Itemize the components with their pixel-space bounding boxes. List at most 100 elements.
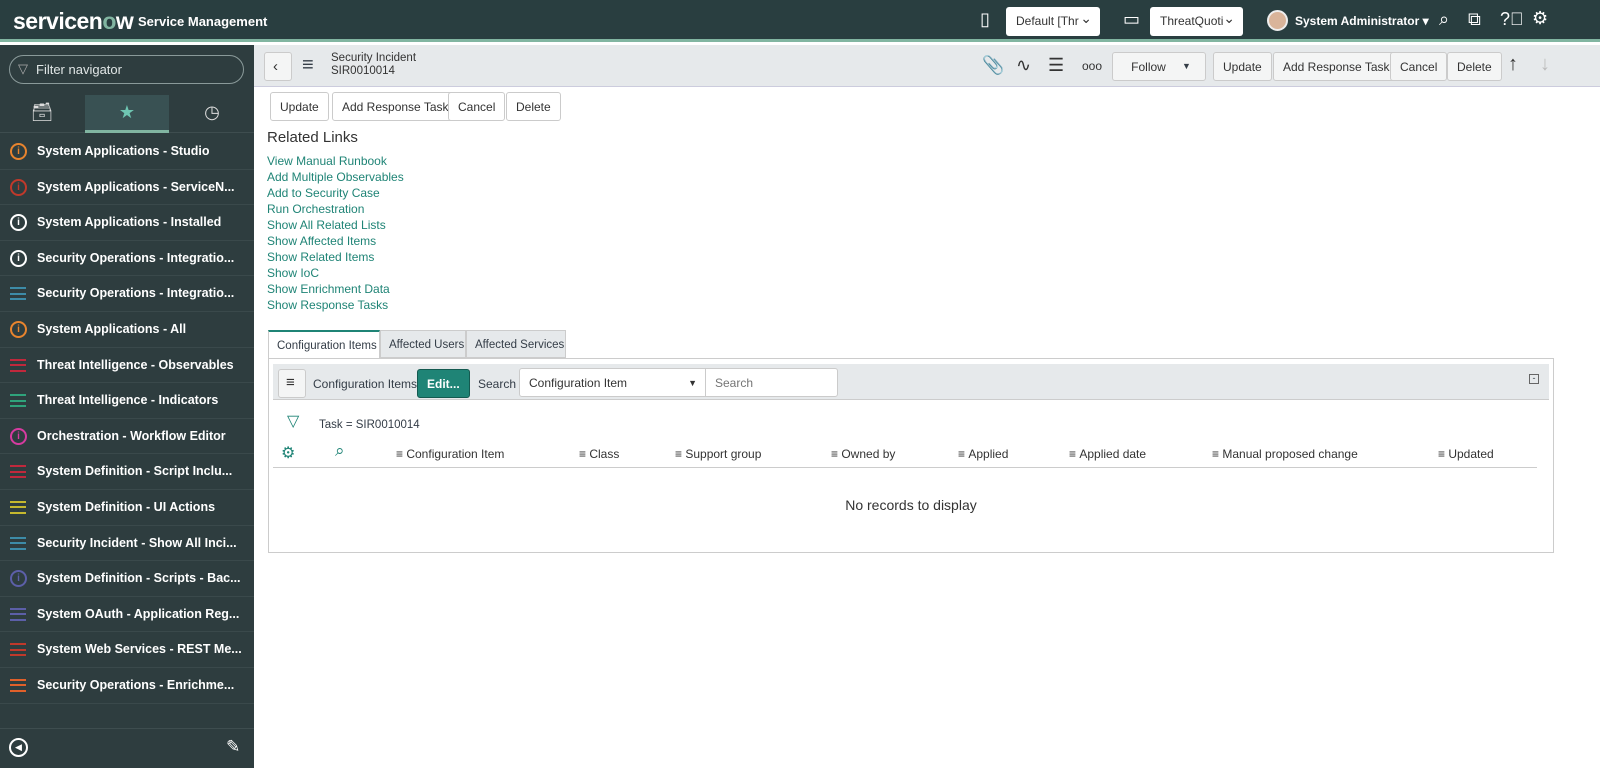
sidebar-favorite-item[interactable]: i System Definition - Scripts - Bac... [0,561,254,597]
related-link[interactable]: Show Affected Items [267,233,404,249]
update-set-select[interactable]: Default [Thr [1006,7,1100,36]
tab-affected-users[interactable]: Affected Users [380,330,466,358]
personalize-icon[interactable]: ☰ [1048,55,1064,76]
more-icon[interactable]: ooo [1082,59,1102,73]
related-link[interactable]: Show IoC [267,265,404,281]
filter-condition[interactable]: Task = SIR0010014 [319,419,420,431]
related-link[interactable]: Run Orchestration [267,201,404,217]
gear-icon[interactable]: ⚙ [1532,8,1548,29]
add-response-task-button[interactable]: Add Response Task [332,92,459,121]
sidebar-favorite-item[interactable]: System Web Services - REST Me... [0,632,254,668]
collapse-list-icon[interactable]: - [1529,374,1539,384]
record-header: ‹ ≡ Security Incident SIR0010014 📎 ∿ ☰ oo… [254,45,1600,87]
back-button[interactable]: ‹ [264,52,292,81]
chat-icon[interactable]: ⧉ [1468,9,1481,30]
column-header[interactable]: Class [579,447,619,461]
related-link[interactable]: View Manual Runbook [267,153,404,169]
follow-dropdown-icon[interactable]: ▼ [1182,61,1191,71]
list-icon [10,607,26,621]
column-header[interactable]: Configuration Item [396,447,504,461]
list-menu-button[interactable]: ≡ [278,369,306,398]
favorites-tab[interactable]: ★ [85,95,169,133]
related-link[interactable]: Add Multiple Observables [267,169,404,185]
top-header: servicenow Service Management ▯ Default … [0,0,1600,42]
avatar[interactable] [1267,10,1288,31]
delete-button[interactable]: Delete [1447,52,1502,81]
info-icon: i [10,214,27,232]
related-links-heading: Related Links [267,129,358,146]
related-link[interactable]: Show Related Items [267,249,404,265]
previous-record-icon[interactable]: ↑ [1508,53,1518,76]
sidebar-favorite-item[interactable]: i System Applications - Installed [0,205,254,241]
tab-configuration-items[interactable]: Configuration Items [268,330,380,358]
sidebar-favorite-item[interactable]: Security Operations - Integratio... [0,276,254,312]
sidebar-item-label: System Applications - Studio [37,144,210,158]
update-button[interactable]: Update [1213,52,1272,81]
edit-button[interactable]: Edit... [417,369,470,398]
search-input[interactable] [705,368,838,397]
history-tab[interactable]: ◷ [170,95,254,133]
sidebar-item-label: Orchestration - Workflow Editor [37,428,226,443]
help-icon[interactable]: ?⃝ [1500,9,1524,30]
list-icon [10,287,26,301]
next-record-icon[interactable]: ↓ [1540,53,1550,76]
column-header[interactable]: Owned by [831,447,895,461]
related-link[interactable]: Show Enrichment Data [267,281,404,297]
sidebar: ▽ Filter navigator 🗃 ★ ◷ i System Applicat… [0,45,254,768]
sidebar-favorite-item[interactable]: i System Applications - All [0,312,254,348]
column-header[interactable]: Support group [675,447,761,461]
sidebar-item-label: Security Operations - Enrichme... [37,677,235,692]
application-select[interactable]: ThreatQuoti [1150,7,1243,36]
sidebar-item-label: System Applications - Installed [37,215,222,230]
add-response-task-button[interactable]: Add Response Task [1273,52,1400,81]
sidebar-favorite-item[interactable]: i Security Operations - Integratio... [0,241,254,277]
related-link[interactable]: Show Response Tasks [267,297,404,313]
related-link[interactable]: Show All Related Lists [267,217,404,233]
column-header[interactable]: Manual proposed change [1212,447,1357,461]
column-header[interactable]: Updated [1438,447,1493,461]
list-icon [10,678,26,692]
all-apps-tab[interactable]: 🗃 [0,95,84,133]
update-button[interactable]: Update [270,92,329,121]
collapse-icon[interactable]: ◀ [9,738,28,757]
servicenow-logo[interactable]: servicenow [13,8,134,35]
delete-button[interactable]: Delete [506,92,561,121]
column-header[interactable]: Applied date [1069,447,1146,461]
sidebar-favorite-item[interactable]: Security Incident - Show All Inci... [0,526,254,562]
sidebar-favorite-item[interactable]: System Definition - Script Inclu... [0,454,254,490]
sidebar-favorite-item[interactable]: System OAuth - Application Reg... [0,597,254,633]
context-menu-icon[interactable]: ≡ [302,54,314,77]
column-header[interactable]: Applied [958,447,1008,461]
sidebar-favorite-item[interactable]: i Orchestration - Workflow Editor [0,419,254,455]
clock-icon: ◷ [204,102,220,122]
info-icon: i [10,249,27,267]
sidebar-favorite-item[interactable]: i System Applications - ServiceN... [0,170,254,206]
search-icon[interactable]: ⌕ [1439,9,1449,30]
record-table: Security Incident [331,52,417,64]
related-link[interactable]: Add to Security Case [267,185,404,201]
cancel-button[interactable]: Cancel [448,92,506,121]
search-field-select[interactable]: Configuration Item ▼ [519,368,706,397]
filter-icon[interactable]: ▽ [287,411,299,431]
list-settings-gear-icon[interactable]: ⚙ [281,443,295,463]
activity-icon[interactable]: ∿ [1016,55,1031,76]
paperclip-icon[interactable]: 📎 [982,55,1004,76]
info-icon: i [10,178,27,196]
sidebar-favorite-item[interactable]: Threat Intelligence - Observables [0,348,254,384]
sidebar-item-label: System Definition - Scripts - Bac... [37,571,241,586]
sidebar-favorite-item[interactable]: Threat Intelligence - Indicators [0,383,254,419]
column-search-icon[interactable]: ⌕ [335,441,345,461]
pencil-icon[interactable]: ✎ [226,737,240,757]
user-menu[interactable]: System Administrator ▾ [1295,14,1429,28]
sidebar-item-label: System Definition - Script Inclu... [37,464,233,479]
follow-button[interactable]: Follow [1112,52,1206,81]
related-links: View Manual Runbook Add Multiple Observa… [267,153,404,313]
cancel-button[interactable]: Cancel [1390,52,1448,81]
sidebar-favorite-item[interactable]: Security Operations - Enrichme... [0,668,254,704]
filter-navigator-input[interactable]: ▽ Filter navigator [9,55,244,84]
logo-text: servicen [13,8,103,34]
tab-affected-services[interactable]: Affected Services [466,330,566,358]
sidebar-favorite-item[interactable]: i System Applications - Studio [0,134,254,170]
info-icon: i [10,320,27,338]
sidebar-favorite-item[interactable]: System Definition - UI Actions [0,490,254,526]
